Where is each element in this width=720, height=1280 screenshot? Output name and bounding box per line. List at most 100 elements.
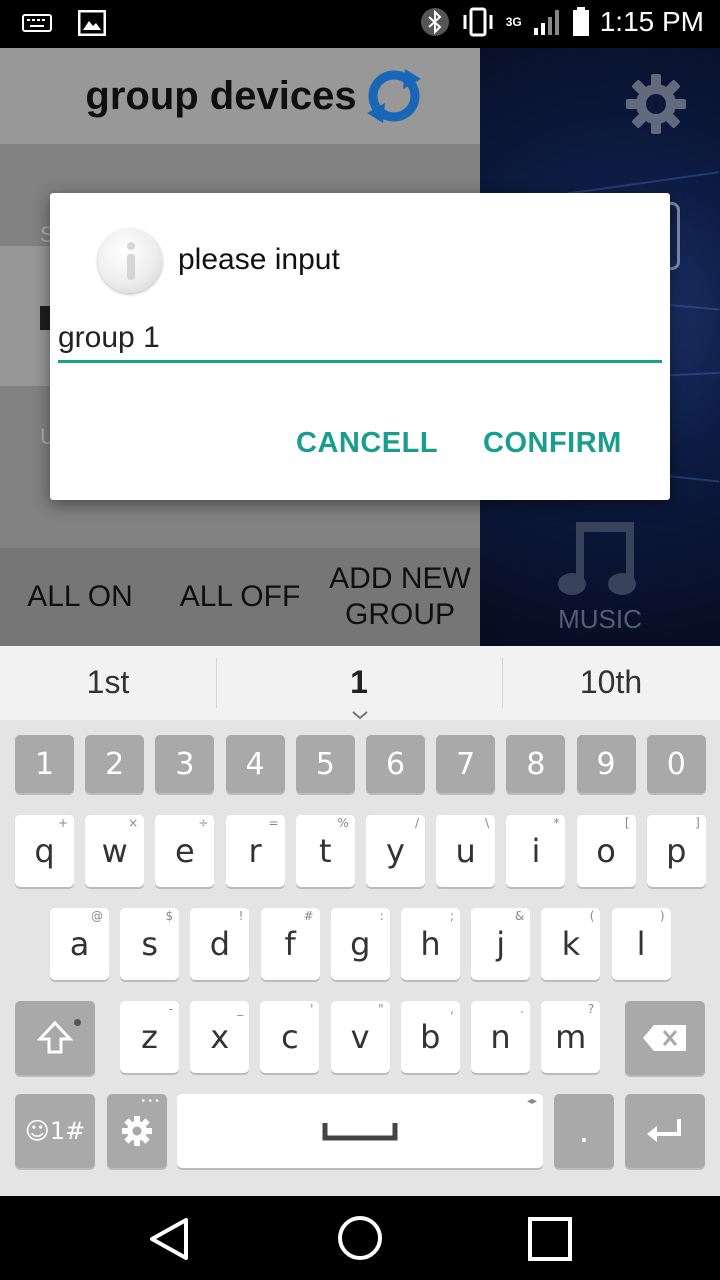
- soft-keyboard: 1234567890 q + w × e ÷ r = t% y / u \ i * o[p] a @ s $ d! f #…: [0, 720, 720, 1196]
- enter-key[interactable]: [625, 1094, 705, 1168]
- network-type-label: 3G: [505, 15, 522, 29]
- number-key[interactable]: 2: [85, 735, 145, 793]
- chevron-down-icon[interactable]: [351, 710, 369, 720]
- key-hint: \: [485, 816, 490, 830]
- key-e[interactable]: e ÷: [155, 815, 215, 887]
- status-bar: 3G 1:15 PM: [0, 0, 720, 48]
- key-a[interactable]: a @: [50, 908, 109, 980]
- recent-apps-icon[interactable]: [527, 1216, 573, 1262]
- key-f[interactable]: f #: [260, 908, 320, 980]
- gear-icon: [122, 1116, 152, 1146]
- suggestion-strip: 1st 1 10th: [0, 646, 720, 720]
- confirm-button[interactable]: CONFIRM: [483, 427, 622, 460]
- key-label: q: [34, 832, 55, 870]
- key-v[interactable]: v ": [330, 1001, 390, 1073]
- key-x[interactable]: x _: [190, 1001, 250, 1073]
- key-label: m: [555, 1018, 587, 1056]
- key-hint: #: [303, 909, 314, 923]
- key-hint: ,: [449, 1002, 454, 1016]
- key-b[interactable]: b,: [400, 1001, 460, 1073]
- enter-arrow-icon: [647, 1119, 681, 1142]
- shift-key[interactable]: [15, 1001, 95, 1075]
- key-d[interactable]: d!: [190, 908, 250, 980]
- number-key[interactable]: 9: [576, 735, 636, 793]
- key-label: o: [596, 832, 616, 870]
- home-icon[interactable]: [337, 1215, 383, 1261]
- space-key[interactable]: ◂▸: [177, 1094, 543, 1168]
- key-c[interactable]: c ': [260, 1001, 320, 1073]
- key-r[interactable]: r =: [225, 815, 285, 887]
- key-label: i: [531, 832, 541, 870]
- key-hint: .: [520, 1002, 524, 1016]
- key-hint: &: [514, 909, 525, 923]
- key-hint: ?: [587, 1002, 595, 1016]
- key-o[interactable]: o[: [576, 815, 636, 887]
- key-t[interactable]: t%: [295, 815, 355, 887]
- key-j[interactable]: j &: [471, 908, 531, 980]
- status-time: 1:15 PM: [599, 6, 704, 37]
- key-hint: ]: [695, 816, 700, 830]
- key-s[interactable]: s $: [120, 908, 180, 980]
- backspace-key[interactable]: [625, 1001, 705, 1075]
- key-label: w: [101, 832, 128, 870]
- number-key[interactable]: 3: [155, 735, 215, 793]
- suggestion-item[interactable]: 1: [216, 664, 502, 701]
- back-icon[interactable]: [146, 1216, 194, 1262]
- shift-arrow-icon: [37, 1020, 73, 1054]
- number-key[interactable]: 8: [506, 735, 566, 793]
- number-key[interactable]: 4: [225, 735, 285, 793]
- key-m[interactable]: m?: [541, 1001, 601, 1073]
- suggestion-item[interactable]: 10th: [502, 664, 720, 701]
- key-u[interactable]: u \: [436, 815, 496, 887]
- key-hint: ×: [128, 816, 139, 830]
- info-icon: [98, 229, 162, 293]
- number-key[interactable]: 6: [366, 735, 425, 793]
- battery-icon: [572, 7, 589, 36]
- key-y[interactable]: y /: [366, 815, 425, 887]
- key-hint: %: [337, 816, 349, 830]
- backspace-icon: [643, 1025, 686, 1051]
- key-hint: :: [379, 909, 384, 923]
- key-z[interactable]: z-: [120, 1001, 179, 1073]
- number-key[interactable]: 0: [646, 735, 706, 793]
- cancel-button[interactable]: CANCELL: [296, 427, 438, 460]
- key-label: d: [209, 925, 231, 963]
- signal-icon: [533, 10, 559, 35]
- key-q[interactable]: q +: [15, 815, 74, 887]
- key-label: l: [636, 925, 646, 963]
- key-label: j: [496, 925, 506, 963]
- key-hint: -: [168, 1002, 173, 1016]
- group-name-input[interactable]: [58, 315, 662, 363]
- keyboard-notification-icon: [22, 14, 52, 32]
- key-g[interactable]: g:: [330, 908, 390, 980]
- key-hint: ": [378, 1002, 384, 1016]
- key-label: h: [420, 925, 441, 963]
- key-hint: _: [237, 1002, 244, 1016]
- key-label: s: [141, 925, 159, 963]
- key-label: t: [319, 832, 332, 870]
- number-key[interactable]: 7: [436, 735, 496, 793]
- key-label: z: [141, 1018, 158, 1056]
- key-p[interactable]: p]: [646, 815, 706, 887]
- key-w[interactable]: w ×: [85, 815, 145, 887]
- key-n[interactable]: n.: [471, 1001, 530, 1073]
- key-label: k: [561, 925, 581, 963]
- key-l[interactable]: l): [611, 908, 671, 980]
- key-k[interactable]: k(: [541, 908, 601, 980]
- number-key[interactable]: 5: [295, 735, 355, 793]
- key-i[interactable]: i *: [506, 815, 566, 887]
- dialog-title: please input: [178, 243, 340, 276]
- key-label: b: [420, 1018, 441, 1056]
- key-h[interactable]: h;: [401, 908, 460, 980]
- period-key[interactable]: .: [554, 1094, 614, 1168]
- key-hint: !: [238, 909, 244, 923]
- navigation-bar: [0, 1196, 720, 1280]
- suggestion-item[interactable]: 1st: [0, 664, 216, 701]
- key-hint: ': [310, 1002, 314, 1016]
- symbols-key[interactable]: ☺1#: [15, 1094, 95, 1168]
- key-hint: $: [165, 909, 174, 923]
- key-label: p: [666, 832, 687, 870]
- number-key[interactable]: 1: [15, 735, 74, 793]
- key-hint: @: [91, 909, 103, 923]
- keyboard-settings-key[interactable]: •••: [107, 1094, 167, 1168]
